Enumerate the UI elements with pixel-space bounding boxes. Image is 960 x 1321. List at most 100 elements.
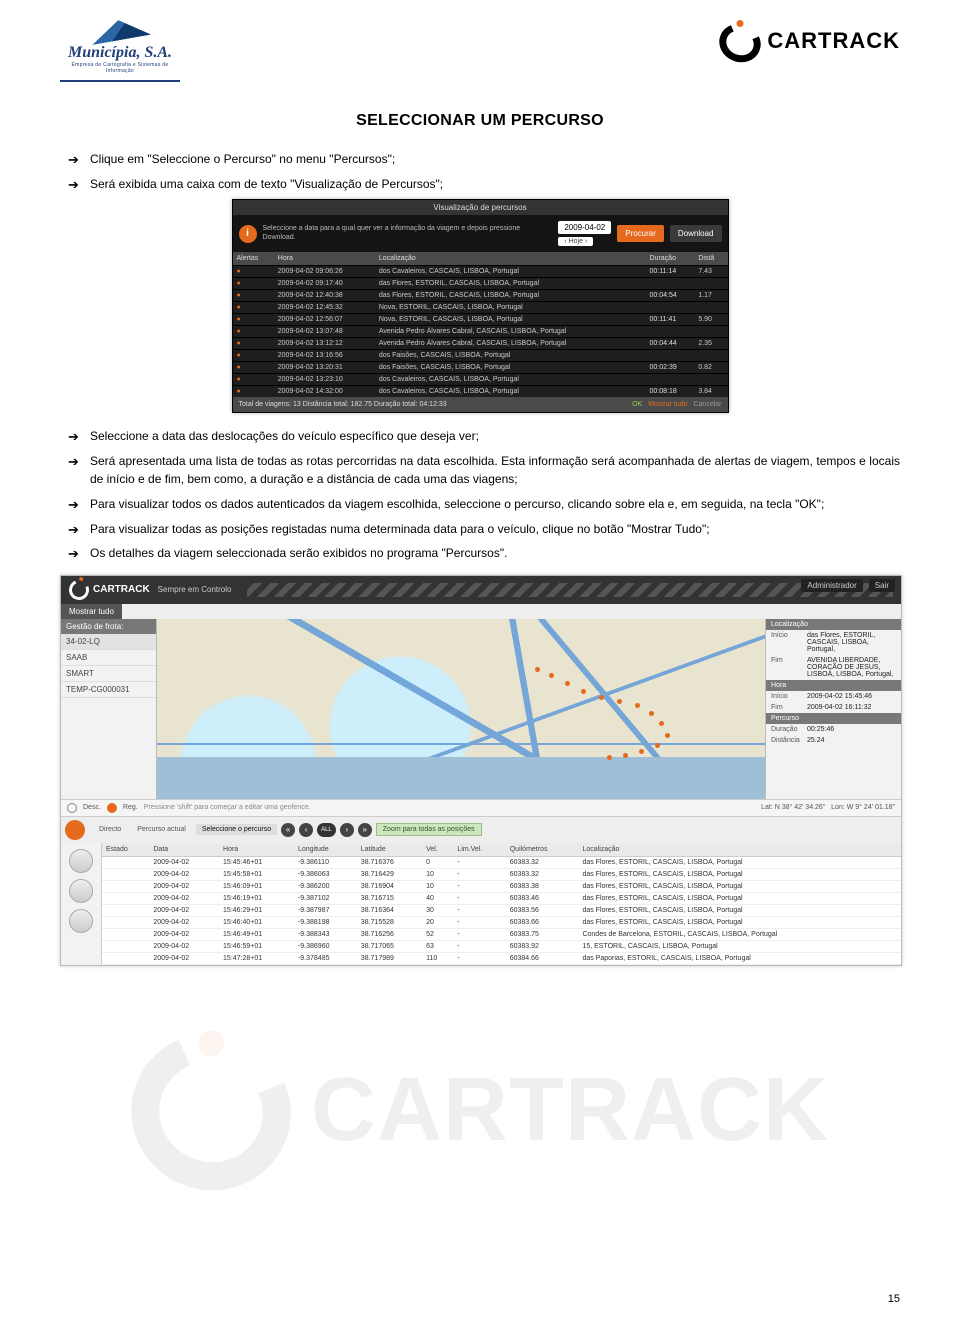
table-row[interactable]: 2009-04-0215:45:46+01-9.38611038.7163760… — [102, 856, 901, 868]
cell-dist: 2.35 — [694, 338, 727, 350]
cell-lat: 38.716364 — [357, 904, 422, 916]
tab-directo[interactable]: Directo — [93, 824, 127, 835]
nav-prev-icon[interactable]: ‹ — [299, 823, 313, 837]
sidebar-item[interactable]: 34-02-LQ — [61, 634, 156, 650]
cell-data: 2009-04-02 — [149, 904, 219, 916]
nav-all-button[interactable]: ALL — [317, 823, 336, 837]
table-row[interactable]: ●2009-04-02 13:07:48Avenida Pedro Álvare… — [233, 326, 728, 338]
cell-limvel: - — [453, 856, 505, 868]
cell-lon: -9.386110 — [294, 856, 357, 868]
sidebar-header: Gestão de frota: — [61, 619, 156, 634]
cell-limvel: - — [453, 952, 505, 964]
value-distancia: 25.24 — [807, 737, 896, 744]
cell-hora: 2009-04-02 14:32:00 — [274, 386, 375, 398]
cell-dist — [694, 302, 727, 314]
table-row[interactable]: ●2009-04-02 14:32:00dos Cavaleiros, CASC… — [233, 386, 728, 398]
cell-loc: dos Cavaleiros, CASCAIS, LISBOA, Portuga… — [375, 386, 646, 398]
cell-lon: -9.387102 — [294, 892, 357, 904]
bullet-item: Os detalhes da viagem seleccionada serão… — [68, 544, 900, 563]
cell-limvel: - — [453, 904, 505, 916]
table-row[interactable]: 2009-04-0215:46:40+01-9.38819838.7155282… — [102, 916, 901, 928]
bullet-item: Para visualizar todos os dados autentica… — [68, 495, 900, 514]
table-row[interactable]: ●2009-04-02 13:23:10dos Cavaleiros, CASC… — [233, 374, 728, 386]
cell-limvel: - — [453, 868, 505, 880]
cell-dist: 1.17 — [694, 290, 727, 302]
tab-percurso-actual[interactable]: Percurso actual — [131, 824, 192, 835]
lat-label: Lat: — [761, 804, 773, 811]
admin-button[interactable]: Administrador — [801, 579, 862, 592]
cell-estado — [102, 916, 149, 928]
sidebar-item[interactable]: TEMP-CG000031 — [61, 682, 156, 698]
cartrack-icon — [66, 577, 92, 603]
table-row[interactable]: 2009-04-0215:46:19+01-9.38710238.7167154… — [102, 892, 901, 904]
cell-vel: 10 — [422, 868, 453, 880]
table-row[interactable]: ●2009-04-02 13:12:12Avenida Pedro Álvare… — [233, 338, 728, 350]
radio-reg[interactable] — [107, 803, 117, 813]
tool-icon[interactable] — [69, 909, 93, 933]
table-row[interactable]: ●2009-04-02 13:20:31dos Faisões, CASCAIS… — [233, 362, 728, 374]
sidebar-item[interactable]: SMART — [61, 666, 156, 682]
map-canvas[interactable] — [157, 619, 765, 799]
tool-icon[interactable] — [69, 879, 93, 903]
search-button[interactable]: Procurar — [617, 225, 664, 242]
app-slogan: Sempre em Controlo — [158, 585, 232, 594]
bullet-item: Será apresentada uma lista de todas as r… — [68, 452, 900, 489]
gcol-km: Quilómetros — [506, 843, 579, 857]
nav-first-icon[interactable]: « — [281, 823, 295, 837]
radio-desc[interactable] — [67, 803, 77, 813]
table-row[interactable]: 2009-04-0215:47:28+01-9.37848538.7179891… — [102, 952, 901, 964]
cell-loc: das Flores, ESTORIL, CASCAIS, LISBOA, Po… — [578, 880, 901, 892]
cell-hora: 15:47:28+01 — [219, 952, 294, 964]
download-button[interactable]: Download — [670, 225, 722, 242]
table-row[interactable]: 2009-04-0215:46:29+01-9.38798738.7163643… — [102, 904, 901, 916]
today-selector[interactable]: ‹ Hoje › — [558, 237, 593, 246]
cell-hora: 2009-04-02 13:12:12 — [274, 338, 375, 350]
nav-next-icon[interactable]: › — [340, 823, 354, 837]
cell-dist: 5.90 — [694, 314, 727, 326]
sidebar-item[interactable]: SAAB — [61, 650, 156, 666]
ok-button[interactable]: OK — [632, 401, 642, 408]
map-app-screenshot: CARTRACK Sempre em Controlo Administrado… — [60, 575, 902, 966]
table-row[interactable]: ●2009-04-02 13:16:56dos Faisões, CASCAIS… — [233, 350, 728, 362]
cell-dist — [694, 350, 727, 362]
table-row[interactable]: 2009-04-0215:46:59+01-9.38696038.7170656… — [102, 940, 901, 952]
cell-limvel: - — [453, 940, 505, 952]
col-alertas: Alertas — [233, 252, 274, 266]
date-input[interactable]: 2009-04-02 — [558, 221, 611, 234]
record-icon[interactable] — [65, 820, 85, 840]
cancel-button[interactable]: Cancelar — [693, 401, 721, 408]
value-inicio: das Flores, ESTORIL, CASCAIS, LISBOA, Po… — [807, 632, 896, 653]
zoom-all-button[interactable]: Zoom para todas as posições — [376, 823, 482, 836]
grid-side-tools — [61, 843, 102, 965]
cell-loc: das Paporias, ESTORIL, CASCAIS, LISBOA, … — [578, 952, 901, 964]
table-row[interactable]: ●2009-04-02 09:06:26dos Cavaleiros, CASC… — [233, 266, 728, 278]
logout-button[interactable]: Sair — [869, 579, 895, 592]
tab-seleccione[interactable]: Seleccione o percurso — [196, 824, 277, 835]
tool-icon[interactable] — [69, 849, 93, 873]
cell-loc: dos Faisões, CASCAIS, LISBOA, Portugal — [375, 350, 646, 362]
table-row[interactable]: 2009-04-0215:45:58+01-9.38606338.7164291… — [102, 868, 901, 880]
show-all-tab[interactable]: Mostrar tudo — [61, 604, 122, 619]
cell-km: 60384.66 — [506, 952, 579, 964]
cell-loc: Avenida Pedro Álvares Cabral, CASCAIS, L… — [375, 338, 646, 350]
show-all-button[interactable]: Mostrar tudo — [648, 401, 687, 408]
nav-last-icon[interactable]: » — [358, 823, 372, 837]
table-row[interactable]: ●2009-04-02 12:40:38das Flores, ESTORIL,… — [233, 290, 728, 302]
table-row[interactable]: ●2009-04-02 12:45:32Nova, ESTORIL, CASCA… — [233, 302, 728, 314]
cell-limvel: - — [453, 892, 505, 904]
cell-loc: Condes de Barcelona, ESTORIL, CASCAIS, L… — [578, 928, 901, 940]
value-duracao: 00:25:46 — [807, 726, 896, 733]
cell-lat: 38.717989 — [357, 952, 422, 964]
geofence-hint: Pressione 'shift' para começar a editar … — [144, 804, 311, 811]
cell-hora: 2009-04-02 09:06:26 — [274, 266, 375, 278]
table-row[interactable]: 2009-04-0215:46:09+01-9.38620038.7169041… — [102, 880, 901, 892]
cell-km: 60383.38 — [506, 880, 579, 892]
municipia-sub: Empresa de Cartografia e Sistemas de Inf… — [60, 62, 180, 74]
table-row[interactable]: ●2009-04-02 09:17:40das Flores, ESTORIL,… — [233, 278, 728, 290]
cell-dist — [694, 278, 727, 290]
cell-hora: 2009-04-02 12:45:32 — [274, 302, 375, 314]
cell-km: 60383.75 — [506, 928, 579, 940]
table-row[interactable]: 2009-04-0215:46:49+01-9.38834338.7162565… — [102, 928, 901, 940]
bullets-bottom: Seleccione a data das deslocações do veí… — [60, 427, 900, 563]
table-row[interactable]: ●2009-04-02 12:56:07Nova, ESTORIL, CASCA… — [233, 314, 728, 326]
